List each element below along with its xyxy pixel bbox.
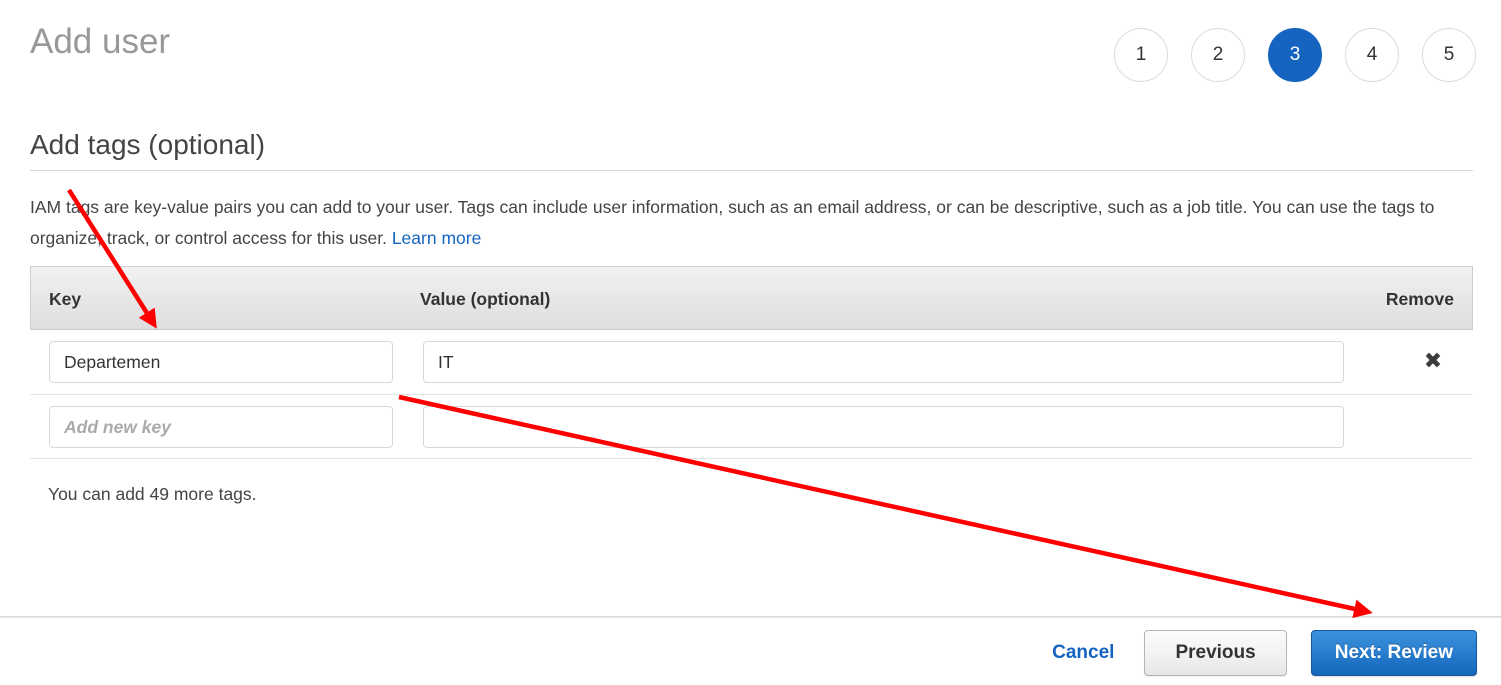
page-title: Add user bbox=[30, 22, 171, 61]
column-header-value: Value (optional) bbox=[420, 289, 551, 309]
remove-tag-icon-1[interactable]: ✖ bbox=[1414, 342, 1452, 380]
tag-key-input-1[interactable] bbox=[49, 341, 393, 383]
remaining-tags-text: You can add 49 more tags. bbox=[48, 484, 257, 504]
step-indicator-5[interactable]: 5 bbox=[1422, 28, 1476, 82]
footer-actions: Cancel Previous Next: Review bbox=[1046, 630, 1477, 676]
tags-table-header: Key Value (optional) Remove bbox=[30, 266, 1473, 330]
learn-more-link[interactable]: Learn more bbox=[392, 228, 482, 248]
step-indicator-3[interactable]: 3 bbox=[1268, 28, 1322, 82]
section-divider bbox=[30, 170, 1473, 171]
tag-key-input-2[interactable] bbox=[49, 406, 393, 448]
wizard-header: Add user 1 2 3 4 5 bbox=[0, 0, 1501, 100]
step-indicator-1[interactable]: 1 bbox=[1114, 28, 1168, 82]
column-header-key: Key bbox=[49, 289, 82, 309]
previous-button[interactable]: Previous bbox=[1144, 630, 1287, 676]
step-indicator-4[interactable]: 4 bbox=[1345, 28, 1399, 82]
section-title: Add tags (optional) bbox=[30, 129, 266, 160]
step-indicator-2[interactable]: 2 bbox=[1191, 28, 1245, 82]
cancel-button[interactable]: Cancel bbox=[1046, 642, 1120, 664]
tag-rows: ✖ bbox=[30, 330, 1473, 459]
section-description: IAM tags are key-value pairs you can add… bbox=[30, 192, 1460, 254]
column-header-remove: Remove bbox=[1385, 289, 1454, 309]
tag-value-input-2[interactable] bbox=[423, 406, 1344, 448]
next-review-button[interactable]: Next: Review bbox=[1310, 630, 1477, 676]
table-row bbox=[30, 394, 1473, 458]
table-row: ✖ bbox=[30, 330, 1473, 394]
description-text: IAM tags are key-value pairs you can add… bbox=[30, 197, 1435, 248]
step-indicator: 1 2 3 4 5 bbox=[1114, 28, 1476, 82]
footer-divider bbox=[0, 616, 1501, 618]
tags-table: Key Value (optional) Remove ✖ bbox=[30, 266, 1473, 459]
tag-value-input-1[interactable] bbox=[423, 341, 1344, 383]
